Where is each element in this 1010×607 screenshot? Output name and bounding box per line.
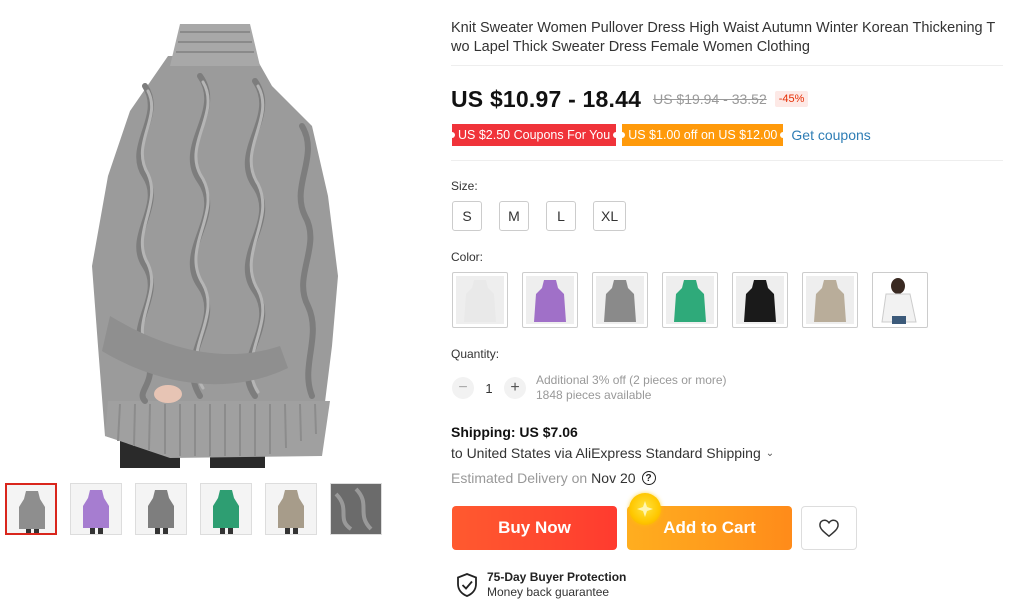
thumbnail-image[interactable] xyxy=(5,483,57,535)
bulk-discount-text: Additional 3% off (2 pieces or more) xyxy=(536,373,727,387)
chevron-down-icon: ⌄ xyxy=(765,447,775,459)
color-option-black[interactable] xyxy=(732,272,788,328)
color-label: Color: xyxy=(451,250,484,264)
delivery-date: Nov 20 xyxy=(591,470,636,486)
thumbnail-image[interactable] xyxy=(330,483,382,535)
quantity-info: Additional 3% off (2 pieces or more) 184… xyxy=(536,373,727,403)
buy-now-button[interactable]: Buy Now xyxy=(452,506,617,550)
shipping-route: to United States via AliExpress Standard… xyxy=(451,445,761,461)
original-price: US $19.94 - 33.52 xyxy=(653,91,767,107)
select-coupon[interactable]: US $1.00 off on US $12.00 xyxy=(619,124,787,146)
thumbnail-image[interactable] xyxy=(70,483,122,535)
estimated-delivery: Estimated Delivery on Nov 20 ? xyxy=(451,470,656,486)
delivery-label: Estimated Delivery on xyxy=(451,470,588,486)
size-option-xl[interactable]: XL xyxy=(593,201,627,231)
color-option-white-model[interactable] xyxy=(872,272,928,328)
coin-icon xyxy=(629,493,661,525)
product-title: Knit Sweater Women Pullover Dress High W… xyxy=(451,20,996,55)
color-option-khaki[interactable] xyxy=(802,272,858,328)
heart-icon xyxy=(819,519,839,538)
shipping-method-selector[interactable]: to United States via AliExpress Standard… xyxy=(451,445,774,461)
store-coupon[interactable]: US $2.50 Coupons For You xyxy=(448,124,620,146)
divider xyxy=(451,160,1003,161)
price-row: US $10.97 - 18.44 US $19.94 - 33.52 -45% xyxy=(451,84,809,114)
thumbnail-image[interactable] xyxy=(265,483,317,535)
quantity-label: Quantity: xyxy=(451,347,500,361)
quantity-increase-button[interactable]: + xyxy=(504,377,526,399)
wishlist-button[interactable] xyxy=(801,506,857,550)
quantity-stepper: − 1 + Additional 3% off (2 pieces or mor… xyxy=(452,373,727,403)
size-option-s[interactable]: S xyxy=(452,201,482,231)
get-coupons-link[interactable]: Get coupons xyxy=(791,127,870,143)
help-icon[interactable]: ? xyxy=(641,471,656,485)
main-product-image[interactable] xyxy=(50,16,384,468)
size-label: Size: xyxy=(451,179,478,193)
current-price: US $10.97 - 18.44 xyxy=(451,85,642,112)
color-option-gray[interactable] xyxy=(592,272,648,328)
thumbnail-image[interactable] xyxy=(135,483,187,535)
protection-subtitle: Money back guarantee xyxy=(487,585,610,599)
divider xyxy=(451,65,1003,66)
sweater-dress-image xyxy=(50,16,384,468)
color-options xyxy=(452,272,942,328)
shield-check-icon xyxy=(457,573,477,597)
quantity-decrease-button[interactable]: − xyxy=(452,377,474,399)
discount-badge: -45% xyxy=(774,91,809,107)
size-option-l[interactable]: L xyxy=(546,201,576,231)
buyer-protection: 75-Day Buyer Protection Money back guara… xyxy=(456,570,626,600)
color-option-green[interactable] xyxy=(662,272,718,328)
size-option-m[interactable]: M xyxy=(499,201,529,231)
size-options: S M L XL xyxy=(452,201,643,231)
stock-available-text: 1848 pieces available xyxy=(536,388,652,402)
color-option-purple[interactable] xyxy=(522,272,578,328)
quantity-input[interactable]: 1 xyxy=(474,381,504,396)
coupon-row: US $2.50 Coupons For You US $1.00 off on… xyxy=(448,124,871,146)
shipping-cost: Shipping: US $7.06 xyxy=(451,424,578,440)
protection-title: 75-Day Buyer Protection xyxy=(487,570,627,584)
thumbnail-image[interactable] xyxy=(200,483,252,535)
color-option-white[interactable] xyxy=(452,272,508,328)
